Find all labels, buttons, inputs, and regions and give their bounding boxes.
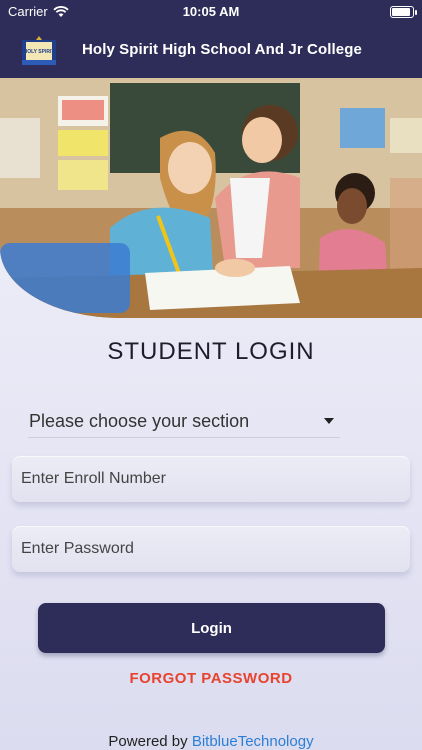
enroll-number-field-container [12,456,410,502]
enroll-number-input[interactable] [12,456,410,502]
classroom-photo-illustration [0,78,422,318]
school-crest-icon: HOLY SPIRIT [22,36,56,65]
section-dropdown[interactable]: Please choose your section [28,403,340,438]
login-button[interactable]: Login [38,603,385,653]
hero-classroom-image [0,78,422,318]
section-dropdown-value: Please choose your section [29,411,250,431]
login-heading: STUDENT LOGIN [107,338,315,365]
status-bar: Carrier 10:05 AM [0,0,422,24]
brand-part2: Technology [237,733,314,750]
brand-link[interactable]: BitblueTechnology [192,733,314,750]
password-input[interactable] [12,526,410,572]
chevron-down-icon [324,418,334,424]
app-title: Holy Spirit High School And Jr College [82,41,362,58]
status-time: 10:05 AM [182,4,240,19]
app-bar: HOLY SPIRIT Holy Spirit High School And … [0,24,422,78]
forgot-password-link[interactable]: FORGOT PASSWORD [0,670,422,687]
brand-part1: Bitblue [191,733,238,750]
battery-icon [390,6,417,18]
powered-by-footer: Powered by BitblueTechnology [0,733,422,750]
powered-by-label: Powered by [108,733,188,750]
password-field-container [12,526,410,572]
logo-text: HOLY SPIRIT [24,49,55,55]
